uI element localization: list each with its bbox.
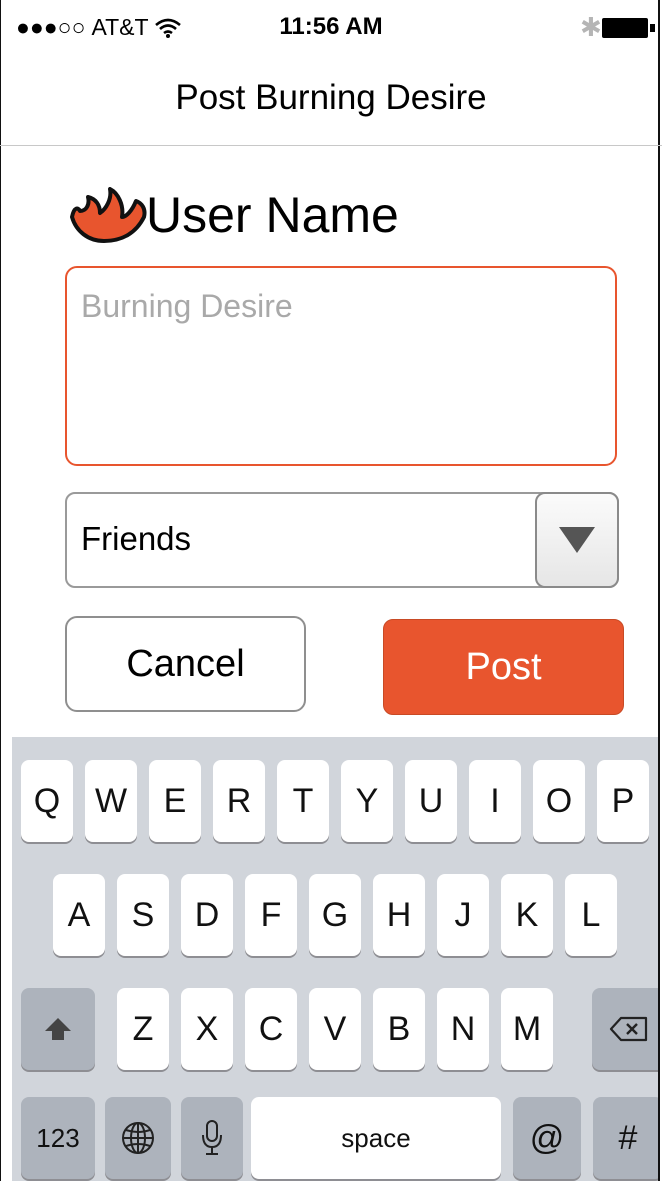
user-row: User Name — [66, 180, 399, 250]
dictation-key[interactable] — [181, 1097, 243, 1179]
key-p[interactable]: P — [597, 760, 649, 842]
post-button[interactable]: Post — [383, 619, 624, 715]
burning-desire-input[interactable]: Burning Desire — [65, 266, 617, 466]
key-f[interactable]: F — [245, 874, 297, 956]
audience-dropdown[interactable]: Friends — [65, 492, 619, 588]
key-e[interactable]: E — [149, 760, 201, 842]
key-b[interactable]: B — [373, 988, 425, 1070]
numbers-key[interactable]: 123 — [21, 1097, 95, 1179]
hash-key[interactable]: # — [593, 1097, 658, 1179]
shift-key[interactable] — [21, 988, 95, 1070]
battery-tip — [650, 24, 655, 32]
key-g[interactable]: G — [309, 874, 361, 956]
numbers-key-label: 123 — [36, 1122, 80, 1153]
bluetooth-icon: ✱ — [580, 12, 602, 42]
key-u[interactable]: U — [405, 760, 457, 842]
key-z[interactable]: Z — [117, 988, 169, 1070]
user-name: User Name — [146, 187, 399, 243]
status-bar: ●●●○○ AT&T 11:56 AM ✱ — [0, 0, 662, 60]
key-n[interactable]: N — [437, 988, 489, 1070]
audience-selected: Friends — [81, 520, 192, 557]
delete-key[interactable] — [592, 988, 658, 1070]
key-a[interactable]: A — [53, 874, 105, 956]
screen-frame-left — [0, 0, 1, 1181]
key-j[interactable]: J — [437, 874, 489, 956]
space-key-label: space — [341, 1122, 411, 1153]
at-key[interactable]: @ — [513, 1097, 581, 1179]
backspace-icon — [609, 1016, 648, 1042]
key-i[interactable]: I — [469, 760, 521, 842]
space-key[interactable]: space — [251, 1097, 501, 1179]
globe-icon — [122, 1122, 154, 1154]
key-v[interactable]: V — [309, 988, 361, 1070]
key-q[interactable]: Q — [21, 760, 73, 842]
battery-icon — [602, 18, 648, 38]
key-y[interactable]: Y — [341, 760, 393, 842]
key-x[interactable]: X — [181, 988, 233, 1070]
key-l[interactable]: L — [565, 874, 617, 956]
shift-arrow-icon — [45, 1018, 71, 1040]
key-d[interactable]: D — [181, 874, 233, 956]
key-s[interactable]: S — [117, 874, 169, 956]
key-h[interactable]: H — [373, 874, 425, 956]
cancel-button[interactable]: Cancel — [65, 616, 306, 712]
keyboard: Q W E R T Y U I O P A S D F G H J K L Z … — [12, 737, 658, 1181]
key-o[interactable]: O — [533, 760, 585, 842]
burning-desire-placeholder: Burning Desire — [81, 288, 293, 324]
microphone-icon — [202, 1120, 222, 1155]
key-m[interactable]: M — [501, 988, 553, 1070]
globe-key[interactable] — [105, 1097, 171, 1179]
key-w[interactable]: W — [85, 760, 137, 842]
flame-icon — [70, 187, 147, 243]
page-title: Post Burning Desire — [175, 78, 487, 117]
nav-bar: Post Burning Desire — [0, 60, 662, 146]
key-r[interactable]: R — [213, 760, 265, 842]
key-t[interactable]: T — [277, 760, 329, 842]
triangle-down-icon — [559, 527, 595, 553]
status-time: 11:56 AM — [279, 13, 383, 40]
key-c[interactable]: C — [245, 988, 297, 1070]
dropdown-toggle-button[interactable] — [535, 492, 619, 588]
screen-frame-right — [658, 0, 660, 1181]
key-k[interactable]: K — [501, 874, 553, 956]
